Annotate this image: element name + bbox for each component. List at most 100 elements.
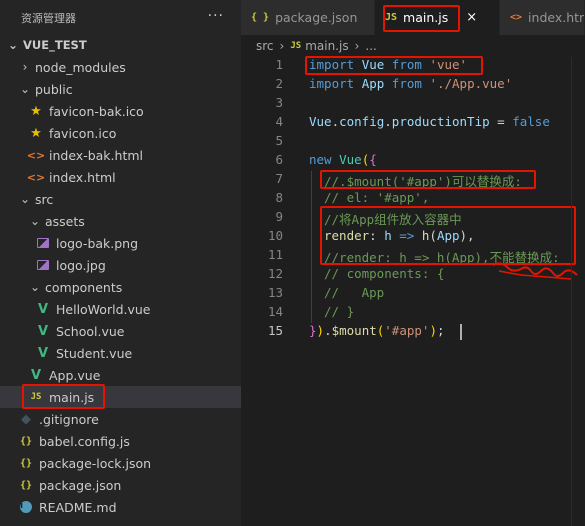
explorer-title: 资源管理器 xyxy=(21,11,76,25)
tree-item-gitignore[interactable]: ◆ .gitignore xyxy=(0,408,241,430)
tree-item-package-json[interactable]: {} package.json xyxy=(0,474,241,496)
chevron-down-icon: ⌄ xyxy=(19,192,31,206)
json-file-icon: {} xyxy=(19,479,33,491)
tree-item-readme[interactable]: i README.md xyxy=(0,496,241,518)
star-file-icon: ★ xyxy=(30,103,42,119)
tab-main-js[interactable]: JS main.js × xyxy=(375,0,500,35)
chevron-right-icon: › xyxy=(354,39,360,53)
tree-item-label: index-bak.html xyxy=(49,147,143,163)
line-number: 10 xyxy=(267,228,283,243)
line-number: 11 xyxy=(267,247,283,262)
code-line-6: new Vue({ xyxy=(309,152,377,167)
chevron-right-icon: › xyxy=(279,39,285,53)
image-file-icon xyxy=(35,257,51,273)
tab-label: main.js xyxy=(403,10,449,25)
editor-scrollbar[interactable] xyxy=(571,57,585,526)
vue-file-icon: V xyxy=(37,323,49,339)
tree-item-label: Student.vue xyxy=(56,345,133,361)
tree-item-label: favicon-bak.ico xyxy=(49,103,144,119)
tree-item-label: package.json xyxy=(39,477,122,493)
close-icon[interactable]: × xyxy=(466,10,477,25)
tree-item-index-bak-html[interactable]: <> index-bak.html xyxy=(0,144,241,166)
line-number: 6 xyxy=(275,152,283,167)
vue-file-icon: V xyxy=(37,301,49,317)
tree-item-index-html[interactable]: <> index.html xyxy=(0,166,241,188)
tree-item-assets[interactable]: ⌄ assets xyxy=(0,210,241,232)
code-line-14: // } xyxy=(324,304,355,319)
tree-item-favicon[interactable]: ★ favicon.ico xyxy=(0,122,241,144)
tree-item-helloworld-vue[interactable]: V HelloWorld.vue xyxy=(0,298,241,320)
tree-item-app-vue[interactable]: V App.vue xyxy=(0,364,241,386)
tree-item-package-lock[interactable]: {} package-lock.json xyxy=(0,452,241,474)
html-file-icon: <> xyxy=(26,148,46,162)
chevron-down-icon: ⌄ xyxy=(7,38,19,52)
json-file-icon: {} xyxy=(19,435,33,447)
tree-item-public[interactable]: ⌄ public xyxy=(0,78,241,100)
folder-root[interactable]: ⌄ VUE_TEST xyxy=(0,34,241,56)
tree-item-label: node_modules xyxy=(35,59,126,75)
js-file-icon: JS xyxy=(30,392,42,402)
tab-index-html[interactable]: <> index.html xyxy=(500,0,585,35)
file-tree: ⌄ VUE_TEST › node_modules ⌄ public ★ fav… xyxy=(0,34,241,518)
image-file-icon xyxy=(35,235,51,251)
code-line-10: render: h => h(App), xyxy=(324,228,475,243)
json-file-icon: { } xyxy=(251,12,270,23)
line-number: 13 xyxy=(267,285,283,300)
tree-item-components[interactable]: ⌄ components xyxy=(0,276,241,298)
breadcrumb-folder[interactable]: src xyxy=(256,39,274,53)
line-number: 1 xyxy=(275,57,283,72)
code-line-1: import Vue from 'vue' xyxy=(309,57,468,72)
line-number: 5 xyxy=(275,133,283,148)
breadcrumb-file[interactable]: main.js xyxy=(305,39,348,53)
code-line-2: import App from './App.vue' xyxy=(309,76,513,91)
tree-item-babel-config[interactable]: {} babel.config.js xyxy=(0,430,241,452)
tree-item-label: HelloWorld.vue xyxy=(56,301,151,317)
vue-file-icon: V xyxy=(37,345,49,361)
line-number: 2 xyxy=(275,76,283,91)
tab-package-json[interactable]: { } package.json xyxy=(241,0,375,35)
tree-item-label: School.vue xyxy=(56,323,125,339)
tree-item-node-modules[interactable]: › node_modules xyxy=(0,56,241,78)
root-label: VUE_TEST xyxy=(23,38,87,52)
chevron-down-icon: ⌄ xyxy=(19,82,31,96)
tree-item-student-vue[interactable]: V Student.vue xyxy=(0,342,241,364)
code-editor[interactable]: 1 2 3 4 5 6 7 8 9 10 11 12 13 14 15 impo… xyxy=(241,56,585,526)
star-file-icon: ★ xyxy=(30,125,42,141)
tree-item-favicon-bak[interactable]: ★ favicon-bak.ico xyxy=(0,100,241,122)
more-actions-icon[interactable]: ··· xyxy=(208,8,224,24)
tree-item-label: README.md xyxy=(39,499,117,515)
indent-guide xyxy=(311,171,312,323)
tree-item-label: logo.jpg xyxy=(56,257,106,273)
tree-item-school-vue[interactable]: V School.vue xyxy=(0,320,241,342)
json-file-icon: {} xyxy=(19,457,33,469)
tree-item-label: logo-bak.png xyxy=(56,235,139,251)
squiggle-annotation xyxy=(492,262,578,280)
text-cursor xyxy=(460,324,462,340)
code-line-9: //将App组件放入容器中 xyxy=(324,212,462,227)
chevron-down-icon: ⌄ xyxy=(29,214,41,228)
code-line-8: // el: '#app', xyxy=(324,190,430,205)
chevron-down-icon: ⌄ xyxy=(29,280,41,294)
tree-item-src[interactable]: ⌄ src xyxy=(0,188,241,210)
tree-item-logo-jpg[interactable]: logo.jpg xyxy=(0,254,241,276)
vue-file-icon: V xyxy=(30,367,42,383)
html-file-icon: <> xyxy=(26,170,46,184)
code-line-15: }).$mount('#app'); xyxy=(309,323,445,338)
breadcrumb-symbol[interactable]: ... xyxy=(365,39,376,53)
editor-tabs: { } package.json JS main.js × <> index.h… xyxy=(241,0,585,35)
code-line-12: // components: { xyxy=(324,266,445,281)
tree-item-label: main.js xyxy=(49,389,95,405)
explorer-sidebar: 资源管理器 ··· ⌄ VUE_TEST › node_modules ⌄ pu… xyxy=(0,0,241,526)
tree-item-main-js[interactable]: JS main.js xyxy=(0,386,241,408)
explorer-header: 资源管理器 ··· xyxy=(0,0,241,35)
tree-item-label: App.vue xyxy=(49,367,101,383)
tree-item-label: babel.config.js xyxy=(39,433,130,449)
line-number: 4 xyxy=(275,114,283,129)
tree-item-logo-bak-png[interactable]: logo-bak.png xyxy=(0,232,241,254)
line-number: 9 xyxy=(275,209,283,224)
line-number: 12 xyxy=(267,266,283,281)
line-number: 3 xyxy=(275,95,283,110)
tree-item-label: favicon.ico xyxy=(49,125,117,141)
line-number: 7 xyxy=(275,171,283,186)
tree-item-label: public xyxy=(35,81,73,97)
